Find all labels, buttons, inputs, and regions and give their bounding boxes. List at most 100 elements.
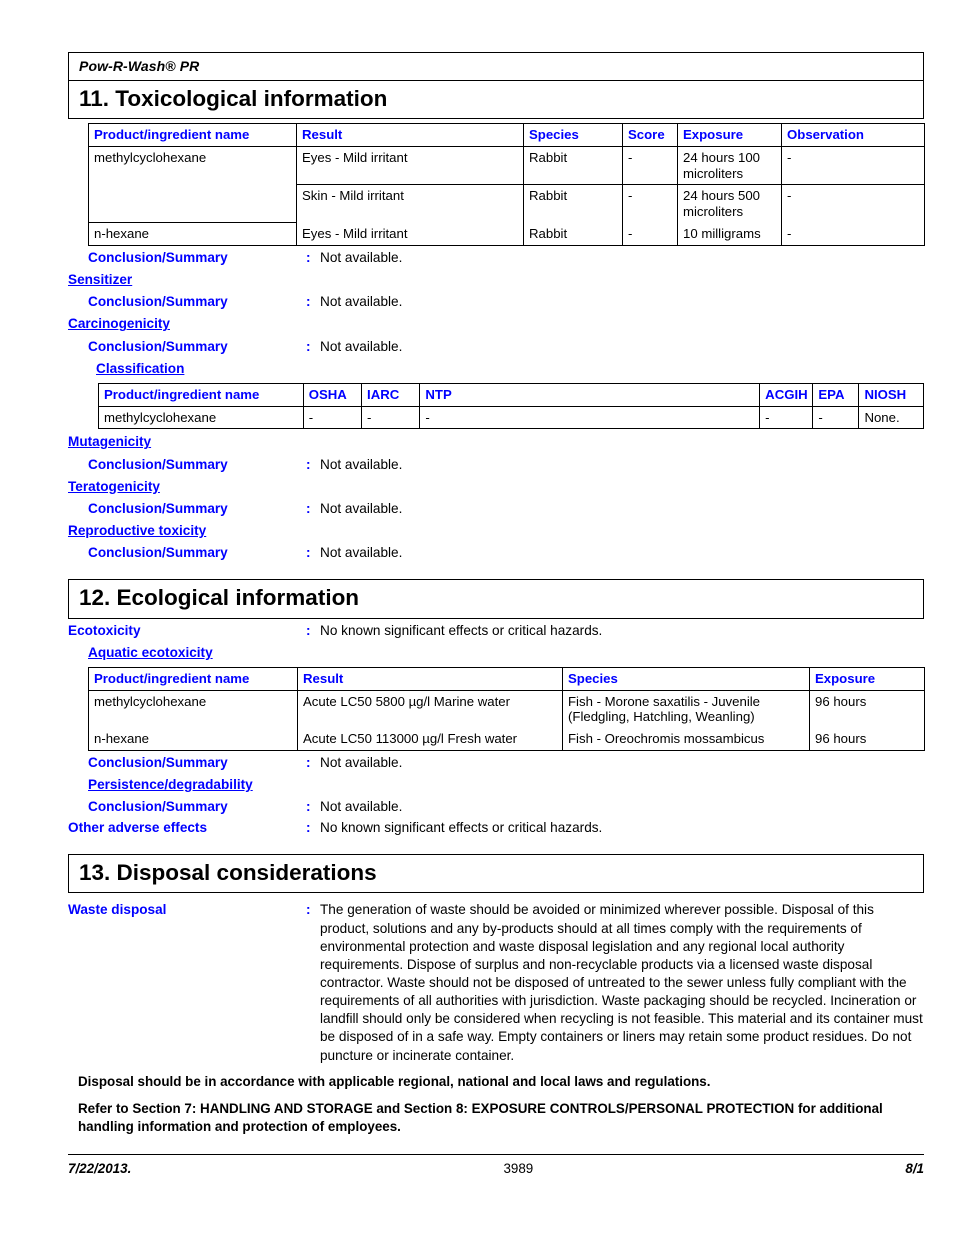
product-name: Pow-R-Wash® PR: [79, 58, 200, 74]
value-conclusion-summary: Not available.: [320, 456, 403, 472]
cell-epa: -: [812, 405, 860, 430]
column-header-observation: Observation: [781, 123, 925, 147]
cell-observation: -: [781, 145, 925, 186]
value-ecotoxicity: No known significant effects or critical…: [320, 622, 603, 638]
cell-acgih: -: [759, 405, 814, 430]
label-ecotoxicity: Ecotoxicity: [68, 622, 141, 638]
cell-species: Rabbit: [523, 222, 623, 246]
heading-aquatic-ecotoxicity: Aquatic ecotoxicity: [88, 644, 213, 660]
value-conclusion-summary: Not available.: [320, 294, 403, 310]
value-conclusion-summary: Not available.: [320, 754, 403, 770]
heading-mutagenicity: Mutagenicity: [68, 434, 152, 450]
colon-separator: :: [306, 500, 311, 516]
value-waste-disposal: The generation of waste should be avoide…: [320, 902, 923, 1063]
colon-separator: :: [306, 456, 311, 472]
footer-document-number: 3989: [503, 1160, 534, 1176]
label-conclusion-summary: Conclusion/Summary: [88, 338, 228, 354]
column-header-exposure: Exposure: [809, 666, 925, 691]
value-other-adverse-effects: No known significant effects or critical…: [320, 820, 603, 836]
heading-sensitizer: Sensitizer: [68, 271, 133, 287]
subsection-classification: Classification: [68, 356, 924, 379]
heading-reproductive-toxicity: Reproductive toxicity: [68, 523, 207, 539]
cell-exposure: 96 hours: [809, 689, 925, 729]
value-conclusion-summary: Not available.: [320, 249, 403, 265]
cell-score: -: [622, 145, 678, 186]
table-header-row: Product/ingredient name Result Species E…: [88, 666, 925, 691]
aquatic-ecotoxicity-table: Product/ingredient name Result Species E…: [88, 666, 925, 751]
cell-result: Skin - Mild irritant: [296, 184, 524, 223]
row-other-adverse-effects: Other adverse effects : No known signifi…: [68, 819, 924, 837]
value-conclusion-summary: Not available.: [320, 545, 403, 561]
cell-observation: -: [781, 184, 925, 223]
row-conclusion-summary-teratogenicity: Conclusion/Summary : Not available.: [68, 500, 924, 518]
cell-product-name: methylcyclohexane: [88, 145, 297, 224]
label-conclusion-summary: Conclusion/Summary: [88, 799, 228, 815]
column-header-result: Result: [296, 123, 524, 147]
heading-teratogenicity: Teratogenicity: [68, 478, 160, 494]
column-header-epa: EPA: [812, 382, 860, 407]
colon-separator: :: [306, 820, 311, 836]
table-header-row: Product/ingredient name OSHA IARC NTP AC…: [98, 382, 924, 407]
row-conclusion-summary-aquatic: Conclusion/Summary : Not available.: [68, 754, 924, 772]
subsection-sensitizer: Sensitizer: [68, 267, 924, 290]
cell-exposure: 24 hours 500 microliters: [677, 184, 782, 223]
subsection-reproductive-toxicity: Reproductive toxicity: [68, 518, 924, 541]
row-conclusion-summary-toxicological: Conclusion/Summary : Not available.: [68, 249, 924, 267]
label-conclusion-summary: Conclusion/Summary: [88, 456, 228, 472]
table-header-row: Product/ingredient name Result Species S…: [88, 123, 925, 147]
row-conclusion-summary-persistence: Conclusion/Summary : Not available.: [68, 798, 924, 816]
row-conclusion-summary-sensitizer: Conclusion/Summary : Not available.: [68, 293, 924, 311]
colon-separator: :: [306, 338, 311, 354]
colon-separator: :: [306, 249, 311, 265]
cell-result: Acute LC50 5800 µg/l Marine water: [297, 689, 563, 729]
column-header-ntp: NTP: [419, 382, 761, 407]
cell-ntp: -: [419, 405, 761, 430]
document-running-header: Pow-R-Wash® PR: [68, 52, 924, 80]
value-conclusion-summary: Not available.: [320, 338, 403, 354]
column-header-result: Result: [297, 666, 563, 691]
cell-species: Fish - Oreochromis mossambicus: [562, 728, 810, 751]
footer-date: 7/22/2013.: [68, 1160, 132, 1176]
label-conclusion-summary: Conclusion/Summary: [88, 545, 228, 561]
cell-observation: -: [781, 222, 925, 246]
cell-result: Eyes - Mild irritant: [296, 145, 524, 186]
cell-species: Fish - Morone saxatilis - Juvenile (Fled…: [562, 689, 810, 729]
section-title-disposal-considerations: 13. Disposal considerations: [68, 854, 924, 894]
value-conclusion-summary: Not available.: [320, 799, 403, 815]
cell-product-name: n-hexane: [88, 222, 297, 246]
colon-separator: :: [306, 294, 311, 310]
section-title-ecological-information: 12. Ecological information: [68, 579, 924, 619]
cell-osha: -: [302, 405, 363, 430]
row-waste-disposal: Waste disposal : The generation of waste…: [68, 901, 924, 1064]
colon-separator: :: [306, 902, 311, 918]
colon-separator: :: [306, 799, 311, 815]
cell-product-name: n-hexane: [88, 728, 298, 751]
table-row: methylcyclohexane Acute LC50 5800 µg/l M…: [88, 689, 925, 729]
cell-score: -: [622, 222, 678, 246]
label-conclusion-summary: Conclusion/Summary: [88, 249, 228, 265]
classification-table: Product/ingredient name OSHA IARC NTP AC…: [98, 382, 924, 430]
heading-persistence-degradability: Persistence/degradability: [88, 776, 253, 792]
table-row: methylcyclohexane Eyes - Mild irritant R…: [88, 145, 925, 224]
table-row: n-hexane Acute LC50 113000 µg/l Fresh wa…: [88, 728, 925, 751]
subsection-aquatic-ecotoxicity: Aquatic ecotoxicity: [68, 640, 924, 663]
column-header-osha: OSHA: [302, 382, 363, 407]
label-conclusion-summary: Conclusion/Summary: [88, 754, 228, 770]
column-header-score: Score: [622, 123, 678, 147]
column-header-product-name: Product/ingredient name: [88, 666, 298, 691]
column-header-exposure: Exposure: [677, 123, 782, 147]
page-footer: 7/22/2013. 3989 8/1: [68, 1155, 924, 1176]
cell-exposure: 10 milligrams: [677, 222, 782, 246]
cell-product-name: methylcyclohexane: [88, 689, 298, 729]
subsection-persistence-degradability: Persistence/degradability: [68, 772, 924, 795]
row-ecotoxicity: Ecotoxicity : No known significant effec…: [68, 622, 924, 640]
cell-species: Rabbit: [523, 145, 623, 186]
subsection-mutagenicity: Mutagenicity: [68, 429, 924, 452]
heading-carcinogenicity: Carcinogenicity: [68, 316, 170, 332]
table-row: n-hexane Eyes - Mild irritant Rabbit - 1…: [88, 222, 925, 246]
column-header-species: Species: [562, 666, 810, 691]
row-conclusion-summary-mutagenicity: Conclusion/Summary : Not available.: [68, 456, 924, 474]
section-title-toxicological-information: 11. Toxicological information: [68, 80, 924, 120]
subsection-teratogenicity: Teratogenicity: [68, 474, 924, 497]
column-header-product-name: Product/ingredient name: [98, 382, 304, 407]
